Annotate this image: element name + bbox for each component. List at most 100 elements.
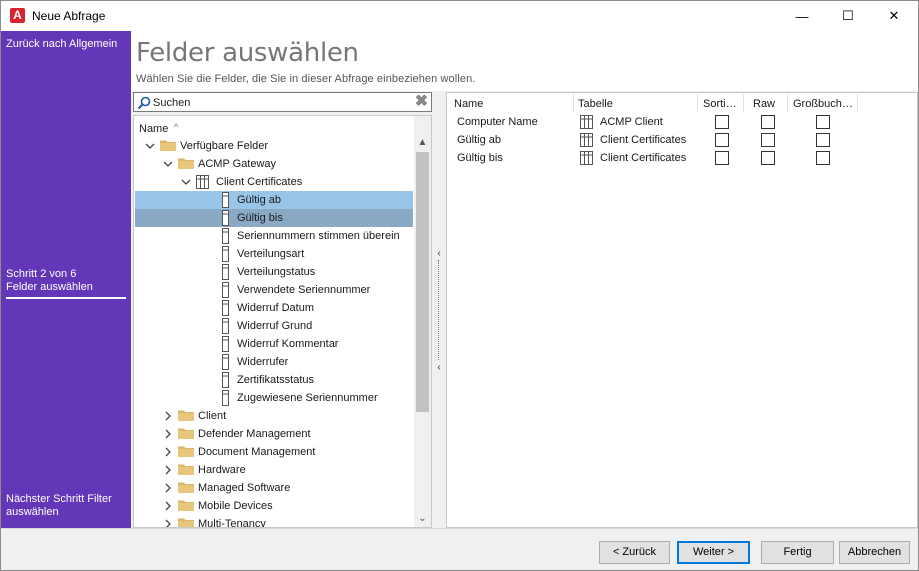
tree-item[interactable]: Zertifikatsstatus: [135, 371, 413, 389]
table-row[interactable]: Gültig ab Client Certificates: [447, 132, 917, 150]
tree-item[interactable]: Verwendete Seriennummer: [135, 281, 413, 299]
tree-item[interactable]: Widerrufer: [135, 353, 413, 371]
close-button[interactable]: ✕: [871, 1, 917, 31]
column-divider[interactable]: [697, 94, 698, 113]
next-button[interactable]: Weiter >: [677, 541, 750, 564]
column-name[interactable]: Name: [454, 98, 483, 110]
tree-item[interactable]: Document Management: [135, 443, 413, 461]
expand-toggle-open-icon[interactable]: [144, 140, 156, 152]
column-uppercase[interactable]: Großbuch…: [793, 98, 853, 110]
sort-checkbox[interactable]: [715, 133, 729, 147]
column-sort[interactable]: Sorti…: [703, 98, 737, 110]
column-raw[interactable]: Raw: [753, 98, 775, 110]
table-row[interactable]: Gültig bis Client Certificates: [447, 150, 917, 168]
scroll-down-icon[interactable]: ⌄: [414, 510, 431, 527]
tree-item-label: Seriennummern stimmen überein: [237, 230, 400, 242]
tree-column-header[interactable]: Name ^: [134, 116, 414, 137]
expand-toggle-open-icon[interactable]: [180, 176, 192, 188]
sort-checkbox[interactable]: [715, 151, 729, 165]
selected-fields-grid[interactable]: Name Tabelle Sorti… Raw Großbuch… Comput…: [446, 92, 918, 528]
maximize-button[interactable]: ☐: [825, 1, 871, 31]
tree-name-column[interactable]: Name: [139, 123, 168, 135]
expand-toggle-closed-icon[interactable]: [162, 482, 174, 494]
table-name-cell: Client Certificates: [600, 152, 687, 164]
tree-item-label: Widerrufer: [237, 356, 289, 368]
tree-item[interactable]: ACMP Gateway: [135, 155, 413, 173]
tree-item[interactable]: Client: [135, 407, 413, 425]
tree-item[interactable]: Mobile Devices: [135, 497, 413, 515]
back-button[interactable]: < Zurück: [599, 541, 670, 564]
sort-checkbox[interactable]: [715, 115, 729, 129]
tree-item[interactable]: Gültig ab: [135, 191, 413, 209]
tree-item-label: Client Certificates: [216, 176, 303, 188]
panel-splitter[interactable]: ‹ ‹: [434, 246, 444, 376]
tree-item[interactable]: Multi-Tenancy: [135, 515, 413, 527]
tree-item-label: Managed Software: [198, 482, 291, 494]
expand-toggle-closed-icon[interactable]: [162, 410, 174, 422]
column-divider[interactable]: [743, 94, 744, 113]
tree-item[interactable]: Managed Software: [135, 479, 413, 497]
expand-toggle-closed-icon[interactable]: [162, 518, 174, 527]
tree-item-label: Client: [198, 410, 227, 422]
expand-toggle-closed-icon[interactable]: [162, 428, 174, 440]
available-fields-tree[interactable]: Name ^ Verfügbare Felder ACMP Gateway Clie…: [133, 115, 432, 528]
column-divider[interactable]: [787, 94, 788, 113]
raw-checkbox[interactable]: [761, 115, 775, 129]
expand-toggle-closed-icon[interactable]: [162, 464, 174, 476]
tree-item[interactable]: Defender Management: [135, 425, 413, 443]
tree-item[interactable]: Verfügbare Felder: [135, 137, 413, 155]
tree-item[interactable]: Gültig bis: [135, 209, 413, 227]
tree-scrollbar[interactable]: ▲ ⌄: [414, 116, 431, 527]
column-divider[interactable]: [857, 94, 858, 113]
tree-item[interactable]: Zugewiesene Seriennummer: [135, 389, 413, 407]
tree-item[interactable]: Widerruf Kommentar: [135, 335, 413, 353]
field-name-cell: Computer Name: [457, 116, 538, 128]
splitter-grip[interactable]: [438, 260, 439, 360]
tree-item-label: Zugewiesene Seriennummer: [237, 392, 378, 404]
field-icon: [222, 228, 229, 244]
field-name-cell: Gültig ab: [457, 134, 502, 146]
window-title: Neue Abfrage: [32, 9, 106, 23]
tree-item[interactable]: Hardware: [135, 461, 413, 479]
finish-button[interactable]: Fertig: [761, 541, 834, 564]
tree-item-label: Gültig bis: [237, 212, 283, 224]
tree-item[interactable]: Widerruf Datum: [135, 299, 413, 317]
uppercase-checkbox[interactable]: [816, 151, 830, 165]
expand-toggle-open-icon[interactable]: [162, 158, 174, 170]
tree-item[interactable]: Verteilungstatus: [135, 263, 413, 281]
field-icon: [222, 318, 229, 334]
clear-search-icon[interactable]: ✖: [414, 94, 429, 110]
tree-item[interactable]: Client Certificates: [135, 173, 413, 191]
cancel-button[interactable]: Abbrechen: [839, 541, 910, 564]
search-input[interactable]: [153, 95, 411, 110]
tree-item[interactable]: Widerruf Grund: [135, 317, 413, 335]
tree-item-label: Widerruf Kommentar: [237, 338, 339, 350]
tree-item[interactable]: Seriennummern stimmen überein: [135, 227, 413, 245]
expand-toggle-closed-icon[interactable]: [162, 500, 174, 512]
folder-icon: [178, 157, 194, 169]
table-row[interactable]: Computer Name ACMP Client: [447, 114, 917, 132]
folder-icon: [178, 517, 194, 527]
field-search-box[interactable]: ✖: [133, 92, 432, 112]
uppercase-checkbox[interactable]: [816, 115, 830, 129]
table-icon: [580, 151, 593, 165]
uppercase-checkbox[interactable]: [816, 133, 830, 147]
folder-icon: [178, 427, 194, 439]
folder-icon: [160, 139, 176, 151]
scroll-up-icon[interactable]: ▲: [414, 134, 431, 151]
tree-item-label: Defender Management: [198, 428, 311, 440]
minimize-button[interactable]: —: [779, 1, 825, 31]
column-table[interactable]: Tabelle: [578, 98, 613, 110]
collapse-right-icon[interactable]: ‹: [435, 362, 443, 374]
raw-checkbox[interactable]: [761, 151, 775, 165]
column-divider[interactable]: [573, 94, 574, 113]
scrollbar-thumb[interactable]: [416, 152, 429, 412]
expand-toggle-closed-icon[interactable]: [162, 446, 174, 458]
raw-checkbox[interactable]: [761, 133, 775, 147]
next-step-link[interactable]: Nächster Schritt Filter auswählen: [6, 493, 121, 519]
back-to-general-link[interactable]: Zurück nach Allgemein: [6, 38, 121, 51]
tree-item[interactable]: Verteilungsart: [135, 245, 413, 263]
table-name-cell: ACMP Client: [600, 116, 663, 128]
tree-item-label: Widerruf Datum: [237, 302, 315, 314]
collapse-left-icon[interactable]: ‹: [435, 248, 443, 260]
